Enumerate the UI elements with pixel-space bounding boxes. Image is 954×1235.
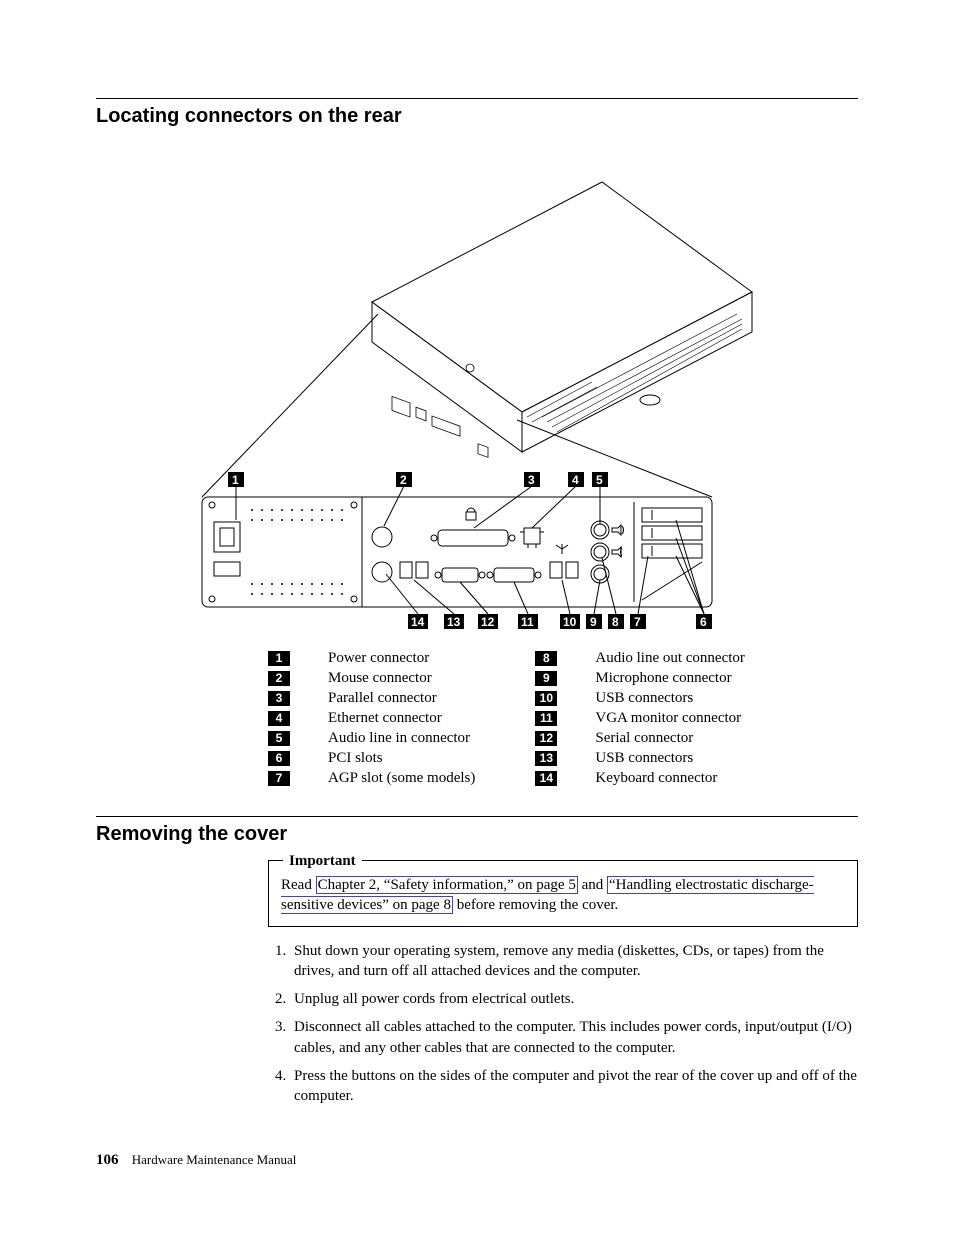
svg-text:10: 10 [563, 615, 577, 629]
legend-row: 11 VGA monitor connector [535, 710, 745, 730]
legend-callout-number: 6 [268, 751, 290, 766]
step-item: Shut down your operating system, remove … [290, 941, 858, 982]
legend-callout-number: 7 [268, 771, 290, 786]
legend-callout-number: 12 [535, 731, 557, 746]
important-text-mid: and [578, 877, 607, 893]
svg-text:12: 12 [481, 615, 495, 629]
svg-text:9: 9 [590, 615, 597, 629]
legend-row: 4 Ethernet connector [268, 710, 475, 730]
legend-label: Audio line out connector [595, 650, 745, 670]
removal-steps-list: Shut down your operating system, remove … [268, 941, 858, 1107]
legend-callout-number: 5 [268, 731, 290, 746]
svg-text:13: 13 [447, 615, 461, 629]
section-heading-locating: Locating connectors on the rear [96, 105, 858, 128]
svg-text:8: 8 [612, 615, 619, 629]
legend-callout-number: 2 [268, 671, 290, 686]
legend-label: Parallel connector [328, 690, 475, 710]
legend-row: 2 Mouse connector [268, 670, 475, 690]
step-item: Disconnect all cables attached to the co… [290, 1017, 858, 1058]
legend-callout-number: 10 [535, 691, 557, 706]
legend-column-right: 8 Audio line out connector 9 Microphone con… [535, 650, 745, 790]
legend-row: 6 PCI slots [268, 750, 475, 770]
page-footer: 106 Hardware Maintenance Manual [96, 1152, 296, 1169]
legend-label: AGP slot (some models) [328, 770, 475, 790]
legend-label: Keyboard connector [595, 770, 745, 790]
legend-callout-number: 14 [535, 771, 557, 786]
rear-connector-figure: 1 2 3 4 5 14 13 12 11 10 9 8 7 [96, 142, 858, 632]
svg-text:1: 1 [232, 473, 239, 487]
important-note-box: Important Read Chapter 2, “Safety inform… [268, 860, 858, 927]
page-number: 106 [96, 1152, 119, 1168]
legend-row: 14 Keyboard connector [535, 770, 745, 790]
legend-callout-number: 1 [268, 651, 290, 666]
legend-label: Serial connector [595, 730, 745, 750]
legend-label: Ethernet connector [328, 710, 475, 730]
legend-label: Audio line in connector [328, 730, 475, 750]
legend-label: USB connectors [595, 750, 745, 770]
legend-row: 12 Serial connector [535, 730, 745, 750]
step-item: Press the buttons on the sides of the co… [290, 1066, 858, 1107]
svg-text:2: 2 [400, 473, 407, 487]
svg-text:7: 7 [634, 615, 641, 629]
step-item: Unplug all power cords from electrical o… [290, 989, 858, 1009]
important-title: Important [283, 851, 362, 871]
footer-title: Hardware Maintenance Manual [132, 1152, 297, 1167]
legend-label: Microphone connector [595, 670, 745, 690]
important-text-pre: Read [281, 877, 316, 893]
legend-callout-number: 3 [268, 691, 290, 706]
legend-callout-number: 8 [535, 651, 557, 666]
svg-text:5: 5 [596, 473, 603, 487]
section-heading-removing: Removing the cover [96, 823, 858, 846]
legend-label: USB connectors [595, 690, 745, 710]
legend-row: 10 USB connectors [535, 690, 745, 710]
svg-text:11: 11 [521, 615, 534, 629]
link-safety-chapter[interactable]: Chapter 2, “Safety information,” on page… [316, 876, 578, 894]
legend-row: 13 USB connectors [535, 750, 745, 770]
svg-text:3: 3 [528, 473, 535, 487]
legend-label: Mouse connector [328, 670, 475, 690]
legend-callout-number: 4 [268, 711, 290, 726]
legend-row: 9 Microphone connector [535, 670, 745, 690]
important-text-post: before removing the cover. [453, 897, 618, 913]
legend-row: 7 AGP slot (some models) [268, 770, 475, 790]
connector-legend: 1 Power connector 2 Mouse connector 3 Paralle… [96, 650, 858, 790]
legend-column-left: 1 Power connector 2 Mouse connector 3 Paralle… [268, 650, 475, 790]
svg-text:14: 14 [411, 615, 425, 629]
legend-callout-number: 9 [535, 671, 557, 686]
svg-text:6: 6 [700, 615, 707, 629]
legend-row: 5 Audio line in connector [268, 730, 475, 750]
callout-top-row: 1 2 3 4 5 [228, 472, 608, 528]
legend-row: 3 Parallel connector [268, 690, 475, 710]
legend-callout-number: 13 [535, 751, 557, 766]
legend-row: 1 Power connector [268, 650, 475, 670]
legend-label: VGA monitor connector [595, 710, 745, 730]
legend-row: 8 Audio line out connector [535, 650, 745, 670]
legend-label: PCI slots [328, 750, 475, 770]
legend-callout-number: 11 [535, 711, 557, 726]
legend-label: Power connector [328, 650, 475, 670]
svg-text:4: 4 [572, 473, 579, 487]
